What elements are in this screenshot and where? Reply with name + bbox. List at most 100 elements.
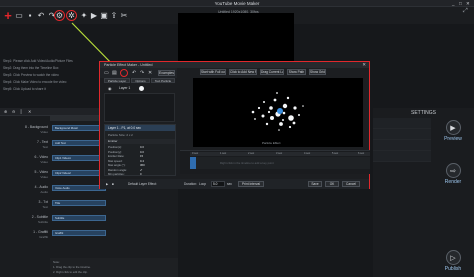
- preview-label: Preview: [444, 136, 462, 142]
- publish-button[interactable]: ▷ Publish: [434, 250, 472, 272]
- video-icon[interactable]: ▶: [89, 10, 99, 21]
- property-value[interactable]: 0.0: [140, 145, 144, 149]
- magic-icon[interactable]: ✦: [79, 10, 89, 21]
- property-label: Position(x):: [108, 145, 122, 149]
- preview-button[interactable]: ▶ Preview: [434, 120, 472, 142]
- dialog-close-button[interactable]: ✕: [362, 62, 366, 68]
- timeline-clip[interactable]: Title: [52, 200, 106, 206]
- add-point-button[interactable]: Click to Add New Point: [229, 69, 257, 75]
- keyframe-marker[interactable]: [190, 157, 196, 169]
- split-icon[interactable]: ⎮: [20, 109, 22, 114]
- cancel-button[interactable]: Cancel: [342, 181, 360, 187]
- timeline-clip[interactable]: Voice Audio: [52, 185, 106, 191]
- property-row[interactable]: Min particles: 0: [108, 172, 174, 176]
- tab-options[interactable]: Options: [131, 78, 150, 83]
- property-value[interactable]: 0: [140, 172, 142, 176]
- duration-input[interactable]: 5.0: [211, 181, 225, 187]
- save-icon[interactable]: [120, 69, 128, 77]
- tab-text-particle[interactable]: Text Particle: [151, 78, 175, 83]
- drag-layer-button[interactable]: Drag Current Layer: [260, 69, 284, 75]
- particle-preview[interactable]: Particle Effect: [193, 78, 363, 147]
- fullscreen-icon[interactable]: ⤢: [463, 8, 468, 15]
- property-row[interactable]: Max angle (°): 360: [108, 163, 174, 167]
- gear-icon[interactable]: ⚙: [54, 10, 65, 21]
- eye-icon[interactable]: ◉: [108, 86, 112, 91]
- dialog-timeline-ruler[interactable]: 0 sec 1 sec 2 sec 3 sec 4 sec 5 sec 6 se…: [190, 152, 370, 156]
- track-label: 2 - Subtitle: [31, 215, 48, 219]
- settings-row[interactable]: [373, 140, 431, 151]
- timeline-tick: 2 sec: [248, 152, 255, 155]
- add-files-icon[interactable]: +: [3, 8, 13, 23]
- timeline-clip[interactable]: Clip2 Video2: [52, 170, 106, 176]
- property-value[interactable]: 0.4: [140, 159, 144, 163]
- property-row[interactable]: Position(y): 0.0: [108, 150, 174, 154]
- monitor-icon[interactable]: ▣: [99, 10, 109, 21]
- undo-icon[interactable]: ↶: [36, 10, 46, 21]
- settings-list: [373, 118, 431, 162]
- zoom-out-icon[interactable]: ⊖: [12, 109, 15, 114]
- start-full-output-button[interactable]: Start with Full output: [200, 69, 226, 75]
- undo-icon[interactable]: ↶: [132, 70, 136, 76]
- property-row[interactable]: Random angle: ✔: [108, 168, 174, 172]
- delete-icon[interactable]: ✕: [148, 70, 152, 76]
- show-path-toggle[interactable]: Show Path: [287, 69, 306, 75]
- examples-button[interactable]: Examples: [158, 70, 175, 76]
- random-angle-checkbox[interactable]: ✔: [140, 168, 142, 172]
- open-icon[interactable]: ▤: [112, 70, 117, 76]
- track-type: Text: [42, 205, 48, 209]
- track-label: 5 - Video: [34, 170, 48, 174]
- track-type: Video: [40, 175, 48, 179]
- dialog-action-bar: Start with Full output Click to Add New …: [200, 69, 368, 76]
- property-value[interactable]: 0.0: [140, 150, 144, 154]
- property-value[interactable]: 360: [140, 163, 145, 167]
- settings-row[interactable]: [373, 129, 431, 140]
- emitter-section[interactable]: Emitter: [105, 139, 175, 144]
- timeline-note: 1. Drag the clip to the timeline.: [53, 265, 91, 269]
- dialog-timeline: 0 sec 1 sec 2 sec 3 sec 4 sec 5 sec 6 se…: [180, 150, 370, 174]
- track-type: Audio: [40, 190, 48, 194]
- track-type: Text: [42, 145, 48, 149]
- dialog-title: Particle Effect Maker - Untitled: [104, 63, 153, 67]
- zoom-in-icon[interactable]: ⊕: [4, 109, 7, 114]
- dialog-tabs: Particle Layer Options Text Particle: [100, 78, 177, 84]
- ok-button[interactable]: OK: [325, 181, 339, 187]
- track-label: 3 - Txt: [38, 200, 48, 204]
- render-label: Render: [444, 179, 462, 185]
- property-row[interactable]: Max speed: 0.4: [108, 159, 174, 163]
- settings-row[interactable]: [373, 118, 431, 129]
- stop-icon[interactable]: ■: [112, 182, 114, 186]
- minimize-button[interactable]: _: [452, 1, 455, 6]
- render-button[interactable]: ⇨ Render: [434, 163, 472, 185]
- timeline-tick: 6 sec: [358, 152, 365, 155]
- print-interval-button[interactable]: Print Interval: [238, 181, 264, 187]
- show-grid-toggle[interactable]: Show Grid: [309, 69, 326, 75]
- layer-color-swatch[interactable]: [139, 86, 144, 91]
- redo-icon[interactable]: ↷: [140, 70, 144, 76]
- timeline-clip[interactable]: Background Music: [52, 125, 106, 131]
- timeline-note: Note:: [53, 260, 60, 264]
- save-button[interactable]: Save: [308, 181, 322, 187]
- folder-icon[interactable]: ▭: [14, 10, 24, 21]
- property-value[interactable]: 15: [140, 154, 143, 158]
- delete-icon[interactable]: ✕: [28, 109, 31, 114]
- particle-cloud: [251, 92, 304, 131]
- save-icon[interactable]: ▪: [25, 10, 35, 21]
- new-icon[interactable]: ▭: [104, 70, 109, 76]
- layer-row[interactable]: ◉ Layer 1: [108, 86, 152, 92]
- timeline-clip[interactable]: Subtitle: [52, 215, 106, 221]
- timeline-clip[interactable]: Add Text: [52, 140, 106, 146]
- property-row[interactable]: Emitter Rate: 15: [108, 154, 174, 158]
- upload-icon[interactable]: ⇪: [109, 10, 119, 21]
- settings-row[interactable]: [373, 151, 431, 162]
- property-row[interactable]: Position(x): 0.0: [108, 145, 174, 149]
- dialog-timeline-track[interactable]: Right click in the timeline to add a key…: [190, 157, 370, 169]
- play-icon[interactable]: ▶: [106, 182, 108, 186]
- timeline-clip[interactable]: Graffiti: [52, 230, 106, 236]
- effect-maker-icon[interactable]: ✲: [66, 10, 77, 21]
- publish-label: Publish: [444, 266, 462, 272]
- maximize-button[interactable]: □: [459, 1, 462, 6]
- duration-unit: sec: [227, 182, 232, 186]
- tab-particle-layer[interactable]: Particle Layer: [104, 78, 130, 83]
- cut-icon[interactable]: ✂: [119, 10, 129, 21]
- timeline-clip[interactable]: Clip1 Video1: [52, 155, 106, 161]
